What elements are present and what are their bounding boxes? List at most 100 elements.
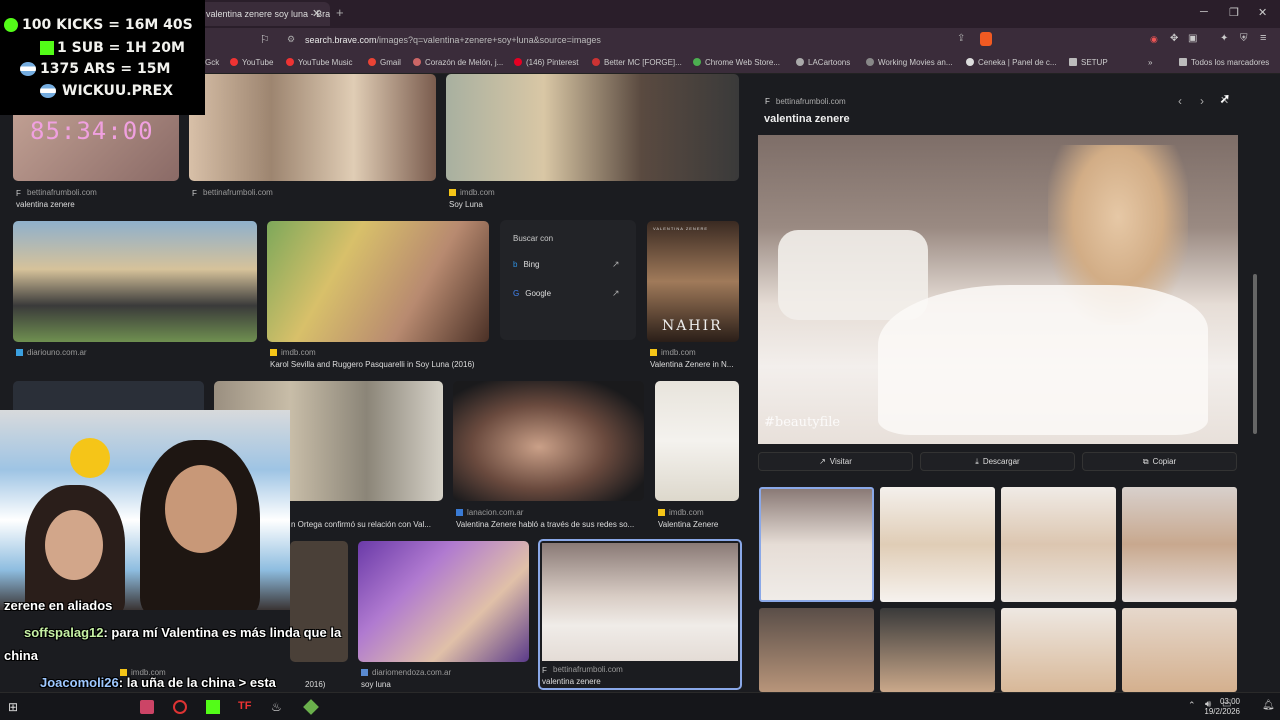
puzzle-icon[interactable]: ✥ bbox=[1170, 33, 1178, 44]
result-source[interactable]: lanacion.com.ar bbox=[456, 508, 523, 517]
sidebar-icon[interactable]: ▣ bbox=[1188, 33, 1197, 44]
tab-active[interactable]: valentina zenere soy luna - Brave bbox=[196, 2, 330, 26]
result-source[interactable]: imdb.com bbox=[658, 508, 704, 517]
bookmark-folder[interactable]: SETUP bbox=[1069, 58, 1108, 67]
brave-shield-icon[interactable] bbox=[980, 32, 992, 46]
result-source[interactable]: Fbettinafrumboli.com bbox=[192, 188, 273, 198]
related-image-selected[interactable] bbox=[759, 487, 874, 602]
result-caption[interactable]: Karol Sevilla and Ruggero Pasquarelli in… bbox=[270, 360, 475, 369]
result-caption[interactable]: Valentina Zenere bbox=[658, 520, 718, 529]
url-path: /images?q=valentina+zenere+soy+luna&sour… bbox=[376, 35, 601, 45]
bookmark-item[interactable]: Working Movies an... bbox=[866, 58, 953, 67]
result-caption[interactable]: Soy Luna bbox=[449, 200, 483, 209]
tf-app-icon[interactable]: TF bbox=[238, 700, 252, 714]
close-tab-icon[interactable]: ✕ bbox=[312, 7, 321, 20]
preview-image[interactable]: #beautyfile bbox=[758, 135, 1238, 444]
tray-chevron-icon[interactable]: ⌃ bbox=[1188, 700, 1196, 711]
more-bookmarks-icon[interactable]: » bbox=[1148, 58, 1152, 67]
result-image[interactable]: VALENTINA ZENERE NAHIR bbox=[647, 221, 739, 342]
steam-icon[interactable]: ♨ bbox=[271, 700, 285, 714]
result-image[interactable] bbox=[655, 381, 739, 501]
result-image[interactable] bbox=[446, 74, 739, 181]
related-image[interactable] bbox=[1122, 608, 1237, 692]
copy-button[interactable]: ⧉ Copiar bbox=[1082, 452, 1237, 471]
result-caption[interactable]: 2016) bbox=[305, 680, 325, 689]
related-image[interactable] bbox=[1001, 608, 1116, 692]
download-button[interactable]: ⤓ Descargar bbox=[920, 452, 1075, 471]
result-caption[interactable]: n Ortega confirmó su relación con Val... bbox=[291, 520, 443, 529]
result-source[interactable]: diariomendoza.com.ar bbox=[361, 668, 451, 677]
related-image[interactable] bbox=[1122, 487, 1237, 602]
result-image[interactable] bbox=[267, 221, 489, 342]
related-image[interactable] bbox=[1001, 487, 1116, 602]
result-image-selected[interactable]: Fbettinafrumboli.com valentina zenere bbox=[538, 539, 742, 690]
result-source[interactable]: Fbettinafrumboli.com bbox=[16, 188, 97, 198]
result-caption[interactable]: valentina zenere bbox=[16, 200, 75, 209]
scrollbar-thumb[interactable] bbox=[1253, 274, 1257, 434]
search-with-google[interactable]: G Google bbox=[513, 289, 551, 298]
share-icon[interactable]: ⇪ bbox=[957, 33, 965, 44]
kick-app-icon[interactable] bbox=[206, 700, 220, 714]
pillow-shape bbox=[778, 230, 928, 320]
stream-goals-overlay: 100 KICKS = 16M 40S 1 SUB = 1H 20M 1375 … bbox=[0, 0, 205, 115]
share-icon[interactable]: ↗ bbox=[612, 259, 620, 270]
extension-icon[interactable]: ◉ bbox=[1150, 34, 1158, 45]
panel-source[interactable]: Fbettinafrumboli.com bbox=[765, 97, 846, 106]
result-caption[interactable]: Valentina Zenere in N... bbox=[650, 360, 740, 369]
result-source[interactable]: imdb.com bbox=[650, 348, 696, 357]
search-with-bing[interactable]: b Bing bbox=[513, 260, 539, 269]
panel-title[interactable]: valentina zenere bbox=[764, 113, 850, 125]
result-source[interactable]: imdb.com bbox=[449, 188, 495, 197]
taskbar: ⊞ TF ♨ ⌃ 🔊︎ ▭ 03:00 19/2/2026 🔔︎ bbox=[0, 692, 1280, 720]
previous-icon[interactable]: ‹ bbox=[1178, 94, 1182, 108]
visit-button[interactable]: ↗ Visitar bbox=[758, 452, 913, 471]
notification-icon[interactable]: 🔔︎ bbox=[1262, 700, 1275, 711]
result-source[interactable]: diariouno.com.ar bbox=[16, 348, 87, 357]
share-icon[interactable]: ↗ bbox=[612, 288, 620, 299]
related-image[interactable] bbox=[880, 487, 995, 602]
leo-icon[interactable]: ✦ bbox=[1220, 33, 1228, 44]
new-tab-icon[interactable]: + bbox=[336, 5, 344, 20]
bookmark-item[interactable]: YouTube bbox=[230, 58, 273, 67]
obs-icon[interactable] bbox=[173, 700, 187, 714]
result-image[interactable] bbox=[290, 541, 348, 662]
url-input[interactable]: search.brave.com/images?q=valentina+zene… bbox=[305, 35, 601, 45]
result-source[interactable]: imdb.com bbox=[270, 348, 316, 357]
result-caption[interactable]: valentina zenere bbox=[542, 677, 601, 686]
bookmark-item[interactable]: Better MC [FORGE]... bbox=[592, 58, 682, 67]
bookmark-item[interactable]: LACartoons bbox=[796, 58, 850, 67]
result-source[interactable]: Fbettinafrumboli.com bbox=[542, 665, 623, 675]
next-icon[interactable]: › bbox=[1200, 94, 1204, 108]
bookmark-item[interactable]: Ceneka | Panel de c... bbox=[966, 58, 1057, 67]
bookmark-item[interactable]: Gmail bbox=[368, 58, 401, 67]
related-image[interactable] bbox=[880, 608, 995, 692]
site-info-icon[interactable]: ⚙ bbox=[287, 34, 295, 45]
result-image[interactable] bbox=[189, 74, 436, 181]
system-clock[interactable]: 03:00 19/2/2026 bbox=[1204, 697, 1240, 717]
result-caption[interactable]: Valentina Zenere habló a través de sus r… bbox=[456, 520, 644, 529]
result-image[interactable] bbox=[453, 381, 644, 501]
result-image[interactable] bbox=[13, 221, 257, 342]
maximize-icon[interactable]: ❐ bbox=[1229, 6, 1239, 19]
windows-start-icon[interactable]: ⊞ bbox=[8, 700, 22, 714]
bookmark-item[interactable]: YouTube Music bbox=[286, 58, 353, 67]
result-caption[interactable]: soy luna bbox=[361, 680, 391, 689]
minecraft-icon[interactable] bbox=[303, 699, 319, 715]
menu-icon[interactable]: ≡ bbox=[1260, 32, 1266, 44]
bookmark-item[interactable]: Chrome Web Store... bbox=[693, 58, 780, 67]
related-image[interactable] bbox=[759, 608, 874, 692]
bookmark-icon[interactable]: ⚐ bbox=[260, 33, 270, 46]
minimize-icon[interactable]: ─ bbox=[1200, 6, 1208, 18]
app-icon[interactable] bbox=[140, 700, 154, 714]
youtube-icon bbox=[230, 58, 238, 66]
bookmark-item[interactable]: Corazón de Melón, j... bbox=[413, 58, 503, 67]
argentina-flag-icon bbox=[40, 84, 56, 98]
favicon-icon: F bbox=[16, 189, 21, 198]
bookmark-item[interactable]: (146) Pinterest bbox=[514, 58, 578, 67]
vpn-icon[interactable]: ⛨ bbox=[1240, 33, 1248, 44]
result-image[interactable] bbox=[358, 541, 529, 662]
close-window-icon[interactable]: ✕ bbox=[1258, 6, 1267, 19]
bookmark-item[interactable]: Gck bbox=[205, 58, 219, 67]
bookmark-folder[interactable]: Todos los marcadores bbox=[1179, 58, 1269, 67]
bing-icon: b bbox=[513, 260, 518, 269]
